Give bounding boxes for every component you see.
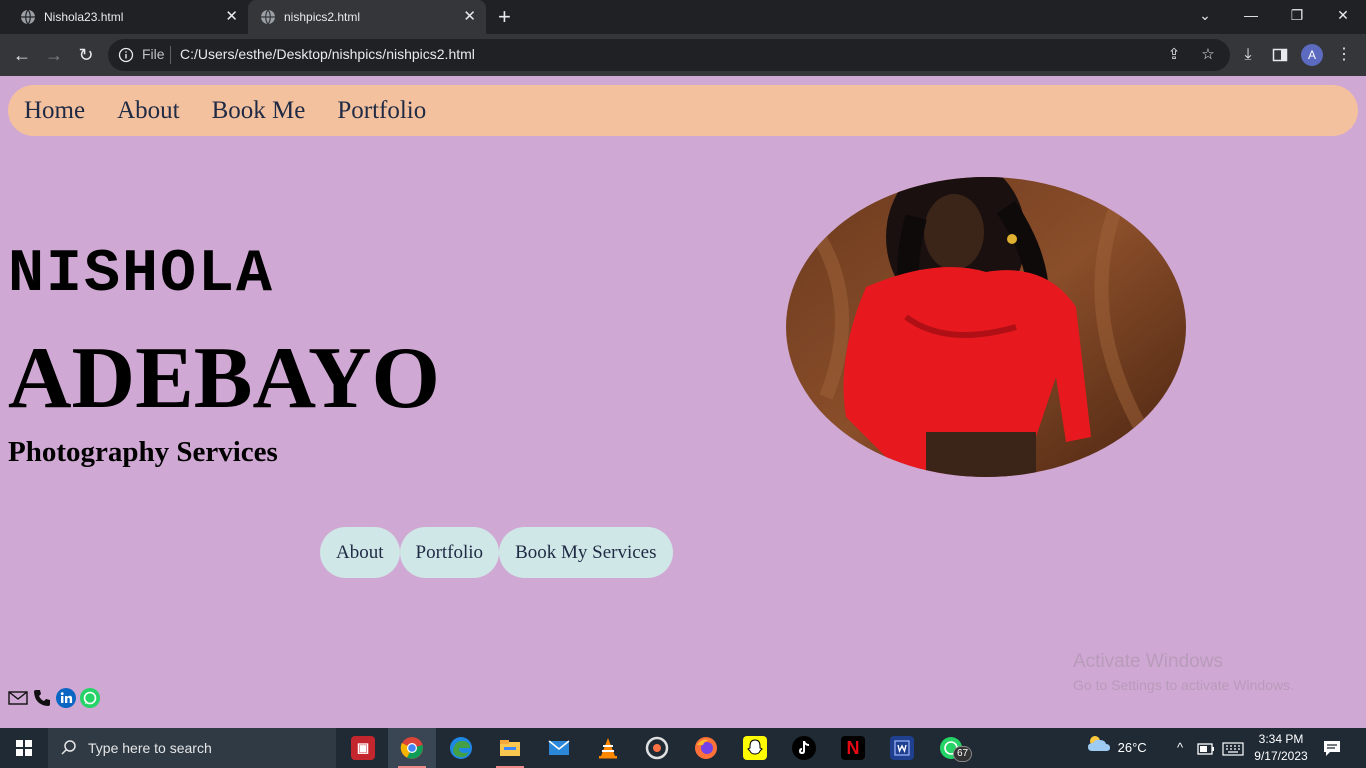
taskbar-search[interactable]: Type here to search xyxy=(48,728,336,768)
url-text[interactable]: C:/Users/esthe/Desktop/nishpics/nishpics… xyxy=(180,46,475,62)
back-icon[interactable]: ← xyxy=(10,43,34,67)
keyboard-icon[interactable] xyxy=(1220,728,1246,768)
tab-title: nishpics2.html xyxy=(284,10,361,24)
menu-icon[interactable]: ⋮ xyxy=(1334,45,1354,65)
cloud-icon xyxy=(1086,729,1114,768)
activate-windows-watermark: Activate Windows Go to Settings to activ… xyxy=(1073,651,1294,693)
close-icon[interactable]: ✕ xyxy=(225,9,238,25)
notifications-icon[interactable] xyxy=(1322,738,1342,758)
tab-search-icon[interactable]: ⌄ xyxy=(1182,0,1228,34)
notification-badge: 67 xyxy=(953,746,973,762)
media-player-icon[interactable] xyxy=(633,728,681,768)
globe-icon xyxy=(260,9,276,25)
tab-nishola23[interactable]: Nishola23.html ✕ xyxy=(8,0,248,34)
portfolio-button[interactable]: Portfolio xyxy=(399,527,500,578)
minimize-icon[interactable]: — xyxy=(1228,0,1274,34)
about-button[interactable]: About xyxy=(320,527,400,578)
clock-time: 3:34 PM xyxy=(1258,732,1304,746)
window-close-icon[interactable]: ✕ xyxy=(1320,0,1366,34)
watermark-title: Activate Windows xyxy=(1073,651,1223,672)
nav-about[interactable]: About xyxy=(117,97,180,125)
edge-icon[interactable] xyxy=(437,728,485,768)
close-icon[interactable]: ✕ xyxy=(463,9,476,25)
divider xyxy=(170,46,171,64)
star-icon[interactable]: ☆ xyxy=(1200,47,1216,63)
page-viewport: Home About Book Me Portfolio NISHOLA ADE… xyxy=(0,76,1366,728)
profile-avatar[interactable]: A xyxy=(1301,44,1323,66)
whatsapp-icon[interactable] xyxy=(80,688,100,708)
vlc-icon[interactable] xyxy=(584,728,632,768)
battery-icon[interactable] xyxy=(1196,728,1216,768)
address-bar[interactable]: File C:/Users/esthe/Desktop/nishpics/nis… xyxy=(108,39,1230,71)
site-nav: Home About Book Me Portfolio xyxy=(8,85,1358,136)
mail-app-icon[interactable] xyxy=(535,728,583,768)
clock-date: 9/17/2023 xyxy=(1254,749,1308,763)
pdf-app-icon[interactable]: ▣ xyxy=(339,728,387,768)
whatsapp-app-icon[interactable]: 67 xyxy=(927,728,975,768)
tagline: Photography Services xyxy=(8,436,278,468)
mail-icon[interactable] xyxy=(8,688,28,708)
restore-icon[interactable]: ❐ xyxy=(1274,0,1320,34)
tab-nishpics2[interactable]: nishpics2.html ✕ xyxy=(248,0,486,34)
download-icon[interactable]: ⤓ xyxy=(1238,45,1258,65)
side-panel-icon[interactable] xyxy=(1270,45,1290,65)
system-clock[interactable]: 3:34 PM 9/17/2023 xyxy=(1248,731,1314,765)
search-icon xyxy=(60,739,78,757)
nav-home[interactable]: Home xyxy=(24,97,85,125)
new-tab-icon[interactable]: + xyxy=(498,4,511,30)
search-placeholder: Type here to search xyxy=(88,740,212,756)
forward-icon[interactable]: → xyxy=(42,43,66,67)
nav-book-me[interactable]: Book Me xyxy=(212,97,306,125)
last-name-heading: ADEBAYO xyxy=(8,330,440,427)
firefox-icon[interactable] xyxy=(682,728,730,768)
taskbar: Type here to search ▣ N 67 26°C ^ 3:34 P… xyxy=(0,728,1366,768)
social-links xyxy=(8,688,104,708)
info-icon[interactable] xyxy=(118,47,134,63)
temperature: 26°C xyxy=(1117,740,1147,755)
portrait-photo xyxy=(786,177,1186,477)
tab-strip: Nishola23.html ✕ nishpics2.html ✕ + ⌄ — … xyxy=(0,0,1366,34)
snapchat-icon[interactable] xyxy=(731,728,779,768)
watermark-subtitle: Go to Settings to activate Windows. xyxy=(1073,677,1294,693)
netflix-icon[interactable]: N xyxy=(829,728,877,768)
word-app-icon[interactable] xyxy=(878,728,926,768)
browser-toolbar: ← → ↻ File C:/Users/esthe/Desktop/nishpi… xyxy=(0,34,1366,76)
first-name-heading: NISHOLA xyxy=(8,241,275,309)
chevron-up-icon[interactable]: ^ xyxy=(1170,728,1190,768)
chrome-icon[interactable] xyxy=(388,728,436,768)
reload-icon[interactable]: ↻ xyxy=(74,43,98,67)
globe-icon xyxy=(20,9,36,25)
scheme-label: File xyxy=(142,46,165,62)
share-icon[interactable]: ⇪ xyxy=(1166,47,1182,63)
file-explorer-icon[interactable] xyxy=(486,728,534,768)
tiktok-icon[interactable] xyxy=(780,728,828,768)
book-services-button[interactable]: Book My Services xyxy=(499,527,673,578)
linkedin-icon[interactable] xyxy=(56,688,76,708)
tab-title: Nishola23.html xyxy=(44,10,124,24)
phone-icon[interactable] xyxy=(32,688,52,708)
cta-group: About Portfolio Book My Services xyxy=(320,527,673,578)
weather-widget[interactable]: 26°C xyxy=(1086,728,1147,768)
nav-portfolio[interactable]: Portfolio xyxy=(337,97,426,125)
windows-start-icon[interactable] xyxy=(0,728,48,768)
